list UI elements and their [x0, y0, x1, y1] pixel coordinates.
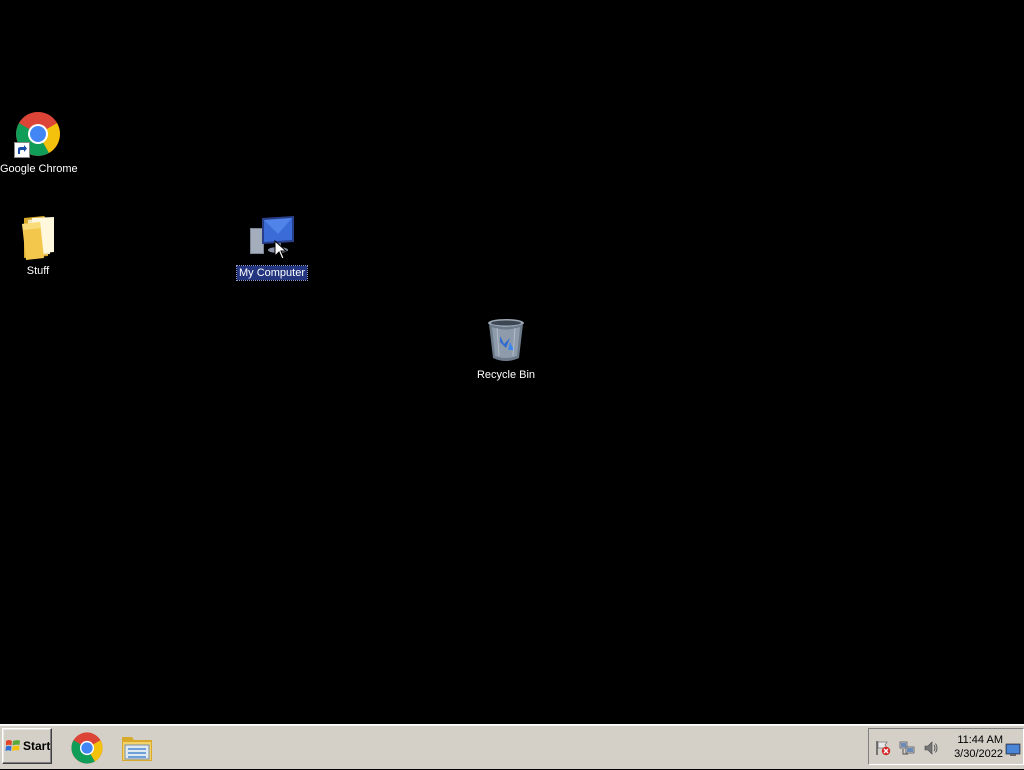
network-icon[interactable] [899, 740, 915, 756]
desktop-icon-label: Google Chrome [0, 163, 78, 175]
taskbar-chrome-button[interactable] [70, 731, 104, 765]
desktop-icon-recycle-bin[interactable]: Recycle Bin [466, 316, 546, 383]
desktop-icon-stuff[interactable]: Stuff [0, 212, 78, 279]
recycle-bin-icon [482, 316, 530, 364]
clock[interactable]: 11:44 AM 3/30/2022 [947, 733, 1003, 761]
chrome-icon [71, 732, 103, 764]
desktop-icon-my-computer[interactable]: My Computer [232, 214, 312, 281]
show-desktop-icon[interactable] [1005, 742, 1021, 758]
desktop-icon-label: Recycle Bin [476, 369, 536, 381]
file-explorer-icon [122, 737, 152, 761]
clock-date: 3/30/2022 [954, 748, 1003, 760]
desktop-icon-label: My Computer [235, 265, 309, 281]
desktop-icon-google-chrome[interactable]: Google Chrome [0, 110, 78, 177]
start-button[interactable]: Start [2, 728, 52, 764]
clock-time: 11:44 AM [957, 734, 1003, 746]
volume-icon[interactable] [923, 740, 939, 756]
system-tray: 11:44 AM 3/30/2022 [868, 728, 1024, 765]
action-center-flag-icon[interactable] [875, 740, 891, 756]
desktop[interactable]: Google Chrome Stuff My Computer Recycle … [0, 0, 1024, 724]
desktop-icon-label: Stuff [26, 265, 50, 277]
taskbar: Start 11:44 AM 3/30/2022 [0, 724, 1024, 769]
chrome-icon [14, 110, 62, 158]
shortcut-arrow-icon [14, 142, 30, 158]
computer-icon [248, 214, 296, 262]
windows-logo-icon [5, 740, 20, 751]
folder-icon [14, 212, 62, 260]
start-label: Start [23, 739, 51, 753]
taskbar-file-explorer-button[interactable] [120, 731, 154, 765]
mouse-cursor-icon [274, 240, 288, 260]
